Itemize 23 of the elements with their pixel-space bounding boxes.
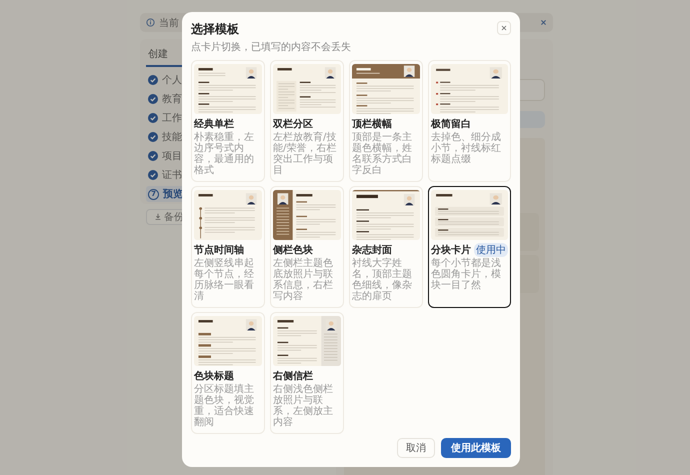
template-name: 色块标题 bbox=[194, 370, 234, 383]
template-name: 右侧信栏 bbox=[273, 370, 313, 383]
template-name: 顶栏横幅 bbox=[352, 118, 392, 131]
template-name: 侧栏色块 bbox=[273, 244, 313, 257]
template-description: 分区标题填主题色块，视觉重，适合快速翻阅 bbox=[194, 384, 255, 430]
template-name: 极简留白 bbox=[431, 118, 471, 131]
template-description: 左侧栏主题色底放照片与联系信息，右栏写内容 bbox=[273, 258, 334, 304]
template-description: 顶部是一条主题色横幅，姓名联系方式白字反白 bbox=[352, 132, 413, 178]
notice-text: 当前 bbox=[159, 16, 179, 30]
template-description: 左侧竖线串起每个节点，经历脉络一眼看清 bbox=[194, 258, 255, 304]
template-name: 双栏分区 bbox=[273, 118, 313, 131]
template-description: 左栏放教育/技能/荣誉，右栏突出工作与项目 bbox=[273, 132, 338, 178]
template-name: 杂志封面 bbox=[352, 244, 392, 257]
template-description: 去掉色、细分成小节，衬线标红标题点缀 bbox=[431, 132, 502, 167]
template-name: 分块卡片 bbox=[431, 244, 471, 257]
in-use-badge: 使用中 bbox=[474, 243, 508, 257]
template-description: 衬线大字姓名，顶部主题色细线，像杂志的扉页 bbox=[352, 258, 413, 304]
template-name: 经典单栏 bbox=[194, 118, 234, 131]
dialog-title: 选择模板 bbox=[191, 21, 240, 38]
template-name: 节点时间轴 bbox=[194, 244, 244, 257]
template-description: 右侧浅色侧栏放照片与联系，左侧放主内容 bbox=[273, 384, 334, 430]
template-description: 每个小节都是浅色圆角卡片，模块一目了然 bbox=[431, 258, 502, 293]
template-description: 朴素稳重，左边序号式内容，最通用的格式 bbox=[194, 132, 255, 178]
